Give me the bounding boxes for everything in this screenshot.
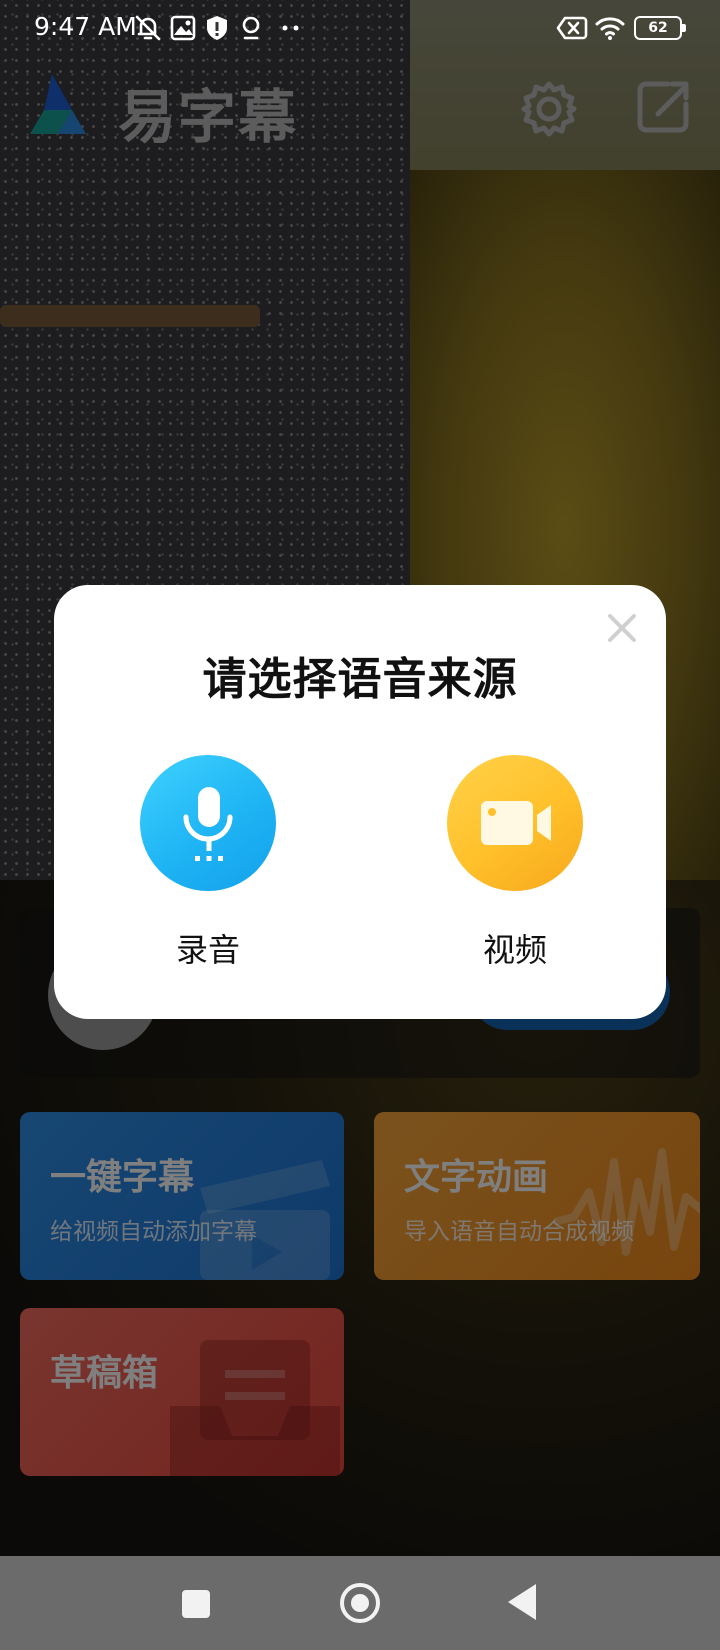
dialog-title: 请选择语音来源 [202,654,518,705]
video-button[interactable] [447,755,583,891]
notifications-off-icon [135,15,161,41]
battery-level: 62 [648,20,668,36]
status-bar: 9:47 AM 62 [0,0,720,56]
voice-source-dialog: 请选择语音来源 录音 视频 [54,585,666,1019]
battery-indicator: 62 [634,16,686,40]
record-audio-label: 录音 [175,931,240,969]
video-camera-icon [481,801,551,845]
status-time: 9:47 AM [34,12,137,41]
video-label: 视频 [482,931,547,969]
microphone-icon [183,787,233,861]
option-record-audio[interactable]: 录音 [138,755,278,975]
photo-icon [170,15,196,41]
record-audio-button[interactable] [140,755,276,891]
recent-apps-button[interactable] [182,1590,210,1618]
location-pin-icon [242,16,260,40]
wifi-icon [595,17,625,40]
battery-cap [682,24,686,32]
system-nav-bar [0,1556,720,1650]
back-button[interactable] [508,1584,536,1620]
shield-icon [207,16,227,40]
option-video[interactable]: 视频 [445,755,585,975]
more-dots-icon [282,25,299,31]
close-icon[interactable] [604,610,640,646]
sim-error-icon [556,16,588,40]
home-button[interactable] [340,1583,380,1623]
